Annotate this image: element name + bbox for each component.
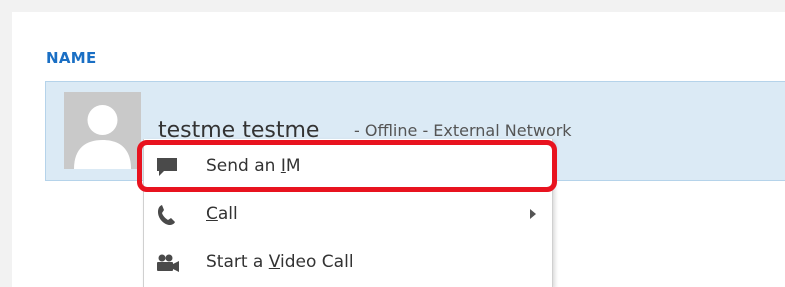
menu-item-call[interactable]: Call bbox=[144, 191, 552, 239]
annotation-highlight bbox=[137, 140, 557, 192]
phone-icon bbox=[154, 203, 180, 227]
submenu-arrow-icon bbox=[530, 209, 536, 219]
avatar[interactable] bbox=[64, 92, 141, 169]
video-camera-icon bbox=[154, 251, 180, 275]
menu-item-video-call[interactable]: Start a Video Call bbox=[144, 239, 552, 287]
default-avatar-icon bbox=[64, 92, 141, 169]
menu-item-label: Call bbox=[206, 204, 238, 224]
contact-status: - Offline - External Network bbox=[354, 121, 572, 140]
section-header: NAME bbox=[46, 49, 97, 67]
menu-item-label: Start a Video Call bbox=[206, 252, 354, 272]
